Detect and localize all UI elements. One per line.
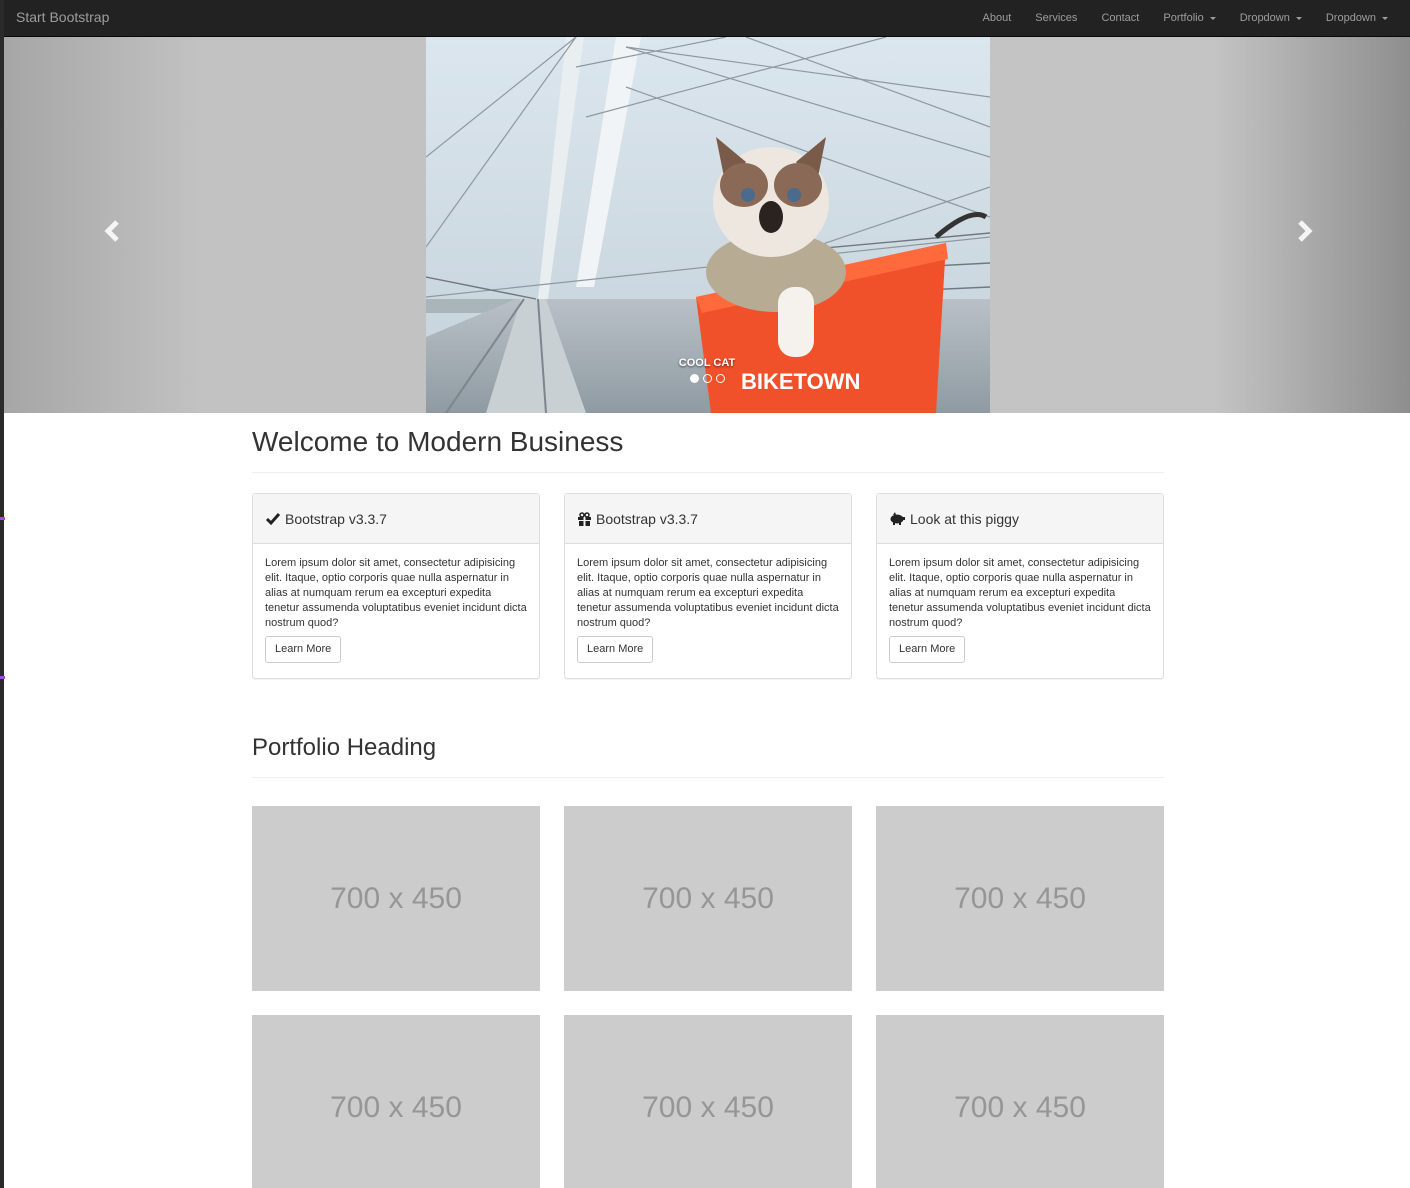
panel-heading: Bootstrap v3.3.7 xyxy=(253,494,539,544)
nav-item-contact[interactable]: Contact xyxy=(1089,0,1151,36)
portfolio-thumbnail[interactable]: 700 x 450 xyxy=(564,806,852,991)
carousel-indicator[interactable] xyxy=(716,374,725,383)
portfolio-thumbnail[interactable]: 700 x 450 xyxy=(876,806,1164,991)
portfolio-thumbnail[interactable]: 700 x 450 xyxy=(252,806,540,991)
page-title: Welcome to Modern Business xyxy=(252,426,624,457)
learn-more-button[interactable]: Learn More xyxy=(889,636,966,663)
portfolio-thumbnail[interactable]: 700 x 450 xyxy=(564,1015,852,1188)
carousel-caption: COOL CAT xyxy=(678,357,736,369)
feature-panel: Look at this piggy Lorem ipsum dolor sit… xyxy=(876,493,1164,679)
feature-panels: Bootstrap v3.3.7 Lorem ipsum dolor sit a… xyxy=(252,493,1164,679)
nav-item-label: Dropdown xyxy=(1325,12,1376,24)
caret-down-icon xyxy=(1382,16,1388,20)
gift-icon xyxy=(578,511,591,526)
edge-marker xyxy=(0,517,5,520)
nav-item-about[interactable]: About xyxy=(971,0,1024,36)
nav-item-services[interactable]: Services xyxy=(1023,0,1089,36)
carousel-prev-button[interactable] xyxy=(98,216,128,246)
carousel-indicators xyxy=(690,374,725,383)
learn-more-button[interactable]: Learn More xyxy=(265,636,342,663)
navbar: Start Bootstrap About Services Contact P… xyxy=(4,0,1410,37)
nav-item-portfolio-dropdown[interactable]: Portfolio xyxy=(1151,0,1227,36)
carousel-next-button[interactable] xyxy=(1289,216,1319,246)
nav-menu: About Services Contact Portfolio Dropdow… xyxy=(971,0,1401,36)
portfolio-thumbnail[interactable]: 700 x 450 xyxy=(876,1015,1164,1188)
piggy-bank-icon xyxy=(890,511,905,525)
chevron-left-icon xyxy=(104,220,119,242)
panel-body: Lorem ipsum dolor sit amet, consectetur … xyxy=(565,544,851,675)
portfolio-thumbnail[interactable]: 700 x 450 xyxy=(252,1015,540,1188)
panel-title: Bootstrap v3.3.7 xyxy=(596,510,698,527)
nav-item-dropdown[interactable]: Dropdown xyxy=(1228,0,1314,36)
nav-item-label: About xyxy=(982,12,1012,24)
brand-link[interactable]: Start Bootstrap xyxy=(16,9,109,25)
learn-more-button[interactable]: Learn More xyxy=(577,636,654,663)
panel-heading: Look at this piggy xyxy=(877,494,1163,544)
photo-brand-text: BIKETOWN xyxy=(741,369,860,394)
nav-item-label: Portfolio xyxy=(1163,12,1204,24)
chevron-right-icon xyxy=(1298,220,1313,242)
nav-item-label: Dropdown xyxy=(1239,12,1290,24)
checkmark-icon xyxy=(265,512,281,525)
feature-panel: Bootstrap v3.3.7 Lorem ipsum dolor sit a… xyxy=(564,493,852,679)
panel-text: Lorem ipsum dolor sit amet, consectetur … xyxy=(577,557,839,629)
portfolio-grid: 700 x 450 700 x 450 700 x 450 700 x 450 … xyxy=(252,806,1164,1188)
panel-body: Lorem ipsum dolor sit amet, consectetur … xyxy=(877,544,1163,675)
caret-down-icon xyxy=(1209,16,1216,20)
page-header: Welcome to Modern Business xyxy=(252,426,1164,473)
panel-text: Lorem ipsum dolor sit amet, consectetur … xyxy=(265,557,527,629)
feature-panel: Bootstrap v3.3.7 Lorem ipsum dolor sit a… xyxy=(252,493,540,679)
portfolio-title: Portfolio Heading xyxy=(252,734,437,761)
nav-item-label: Services xyxy=(1035,12,1078,24)
panel-title: Look at this piggy xyxy=(910,510,1019,527)
panel-heading: Bootstrap v3.3.7 xyxy=(565,494,851,544)
nav-item-dropdown[interactable]: Dropdown xyxy=(1314,0,1400,36)
hero-carousel: BIKETOWN COOL CAT xyxy=(4,37,1410,413)
carousel-indicator[interactable] xyxy=(690,374,699,383)
nav-item-label: Contact xyxy=(1101,12,1140,24)
panel-text: Lorem ipsum dolor sit amet, consectetur … xyxy=(889,557,1151,629)
edge-marker xyxy=(0,676,5,679)
portfolio-header: Portfolio Heading xyxy=(252,734,1164,778)
panel-body: Lorem ipsum dolor sit amet, consectetur … xyxy=(253,544,539,675)
carousel-indicator[interactable] xyxy=(703,374,712,383)
panel-title: Bootstrap v3.3.7 xyxy=(285,510,387,527)
caret-down-icon xyxy=(1295,16,1302,20)
